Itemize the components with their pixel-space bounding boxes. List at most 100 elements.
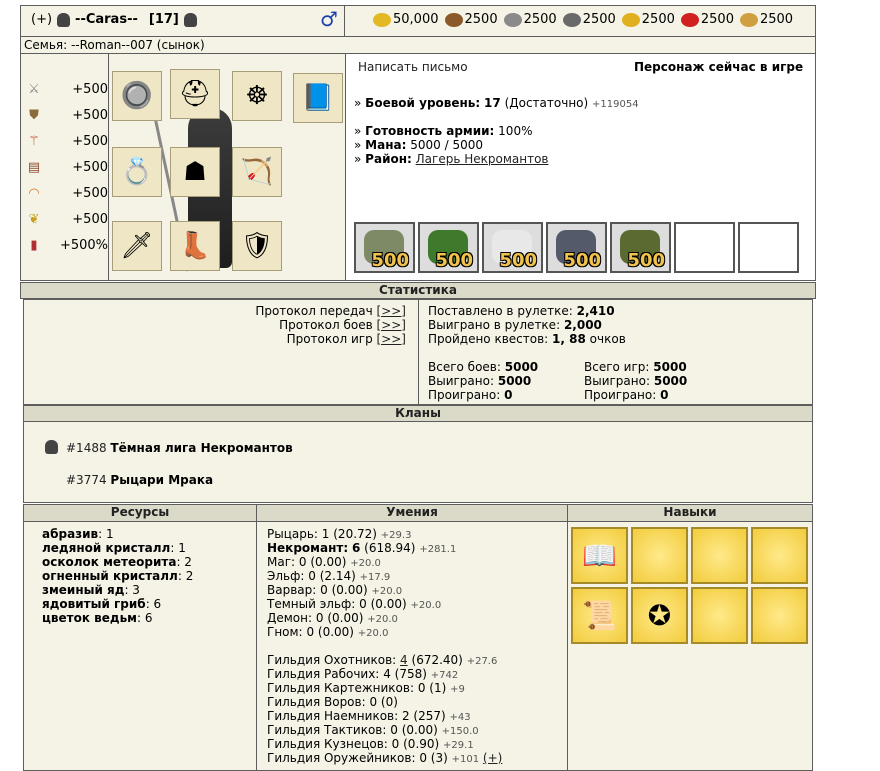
battles-lost: Проиграно: 0 bbox=[428, 388, 513, 402]
bonus-value: +500 bbox=[72, 133, 108, 149]
resource-counter: 2500 bbox=[503, 12, 557, 27]
clan-link[interactable]: #1488 bbox=[66, 441, 107, 455]
resource-value: 2500 bbox=[700, 12, 734, 27]
army-unit-count: 500 bbox=[435, 250, 473, 271]
bonus-value: +500 bbox=[72, 107, 108, 123]
empty-slot bbox=[631, 527, 688, 584]
roulette-bet: Поставлено в рулетке: 2,410 bbox=[428, 304, 615, 318]
bonus-value: +500% bbox=[59, 237, 108, 253]
army-empty-slot bbox=[674, 222, 735, 273]
resource-counter: 2500 bbox=[739, 12, 793, 27]
stats-header: Статистика bbox=[20, 282, 816, 299]
armor-icon[interactable]: ☗ bbox=[170, 147, 220, 197]
district-line: » Район: Лагерь Некромантов bbox=[354, 152, 549, 166]
resources-header: Ресурсы bbox=[23, 504, 257, 522]
bonus-row: ⚚ +500 bbox=[26, 131, 108, 151]
resource-counter: 2500 bbox=[680, 12, 734, 27]
empty-slot bbox=[691, 527, 748, 584]
ring-icon[interactable]: 💍 bbox=[112, 147, 162, 197]
resource-value: 2500 bbox=[523, 12, 557, 27]
army-unit-slot[interactable]: 500 bbox=[482, 222, 543, 273]
games-won: Выиграно: 5000 bbox=[584, 374, 688, 388]
bonus-row: ◠ +500 bbox=[26, 183, 108, 203]
header-separator bbox=[344, 6, 345, 36]
shield-item-icon[interactable]: 🛡 bbox=[232, 221, 282, 271]
resource-item: цветок ведьм: 6 bbox=[42, 611, 153, 625]
clan-skull-icon bbox=[183, 12, 197, 27]
mercury-icon bbox=[562, 12, 581, 27]
army-empty-slot bbox=[738, 222, 799, 273]
abilities-header: Навыки bbox=[567, 504, 813, 522]
resource-item: абразив: 1 bbox=[42, 527, 114, 541]
army-unit-slot[interactable]: 500 bbox=[610, 222, 671, 273]
mana-line: » Мана: 5000 / 5000 bbox=[354, 138, 483, 152]
resource-item: осколок метеорита: 2 bbox=[42, 555, 192, 569]
rainbow-icon: ◠ bbox=[28, 185, 40, 201]
resource-value: 2500 bbox=[464, 12, 498, 27]
sulfur-icon bbox=[621, 12, 640, 27]
clan-link[interactable]: #3774 bbox=[66, 473, 107, 487]
clans-panel bbox=[23, 421, 813, 503]
gender-icon: ♂ bbox=[320, 7, 338, 31]
shield-icon: ⛊ bbox=[29, 107, 39, 123]
potion-icon: ▮ bbox=[30, 237, 38, 253]
sword-icon[interactable]: 🗡 bbox=[112, 221, 162, 271]
resource-item: змеиный яд: 3 bbox=[42, 583, 140, 597]
online-status: Персонаж сейчас в игре bbox=[634, 60, 804, 74]
roulette-win: Выиграно в рулетке: 2,000 bbox=[428, 318, 602, 332]
spellbook-icon[interactable]: 📖 bbox=[571, 527, 628, 584]
bow-icon[interactable]: 🏹 bbox=[232, 147, 282, 197]
add-friend-link[interactable]: (+) bbox=[31, 12, 52, 27]
bonus-separator bbox=[108, 54, 109, 280]
guild-level-link[interactable]: 4 bbox=[400, 653, 408, 667]
empty-slot bbox=[691, 587, 748, 644]
resource-bar: 50,000 2500 2500 2500 2500 2500 2500 bbox=[373, 12, 799, 27]
resource-counter: 2500 bbox=[444, 12, 498, 27]
army-unit-slot[interactable]: 500 bbox=[546, 222, 607, 273]
clan-skull-icon bbox=[45, 440, 58, 454]
bonus-row: ❦ +500 bbox=[26, 209, 108, 229]
army-unit-slot[interactable]: 500 bbox=[418, 222, 479, 273]
bonus-value: +500 bbox=[72, 211, 108, 227]
ore-icon bbox=[503, 12, 522, 27]
wings-icon: ❦ bbox=[28, 211, 40, 227]
protocol-row: Протокол боев [>>] bbox=[279, 318, 406, 332]
cloak-icon[interactable]: ☸ bbox=[232, 71, 282, 121]
resource-value: 2500 bbox=[641, 12, 675, 27]
resource-value: 50,000 bbox=[393, 12, 439, 27]
resource-item: огненный кристалл: 2 bbox=[42, 569, 194, 583]
bonus-value: +500 bbox=[72, 185, 108, 201]
resource-item: ледяной кристалл: 1 bbox=[42, 541, 186, 555]
army-unit-count: 500 bbox=[499, 250, 537, 271]
combat-level-value: 17 bbox=[484, 96, 501, 110]
amulet-icon[interactable]: 🔘 bbox=[112, 71, 162, 121]
protocol-link[interactable]: [>>] bbox=[377, 318, 406, 332]
clans-header: Кланы bbox=[23, 405, 813, 422]
guild-skill: Гильдия Оружейников: 0 (3) +101 (+) bbox=[267, 751, 503, 765]
scroll-icon[interactable]: 📜 bbox=[571, 587, 628, 644]
helmet-icon[interactable]: ⛑ bbox=[170, 69, 220, 119]
district-link[interactable]: Лагерь Некромантов bbox=[416, 152, 549, 166]
player-nick[interactable]: --Caras-- bbox=[75, 12, 138, 27]
gold-icon bbox=[373, 12, 391, 27]
wood-icon bbox=[444, 12, 463, 27]
army-unit-count: 500 bbox=[627, 250, 665, 271]
fire-emblem-icon[interactable]: ✪ bbox=[631, 587, 688, 644]
write-letter-link[interactable]: Написать письмо bbox=[358, 60, 468, 74]
boots-icon[interactable]: 👢 bbox=[170, 221, 220, 271]
guild-plus-link[interactable]: (+) bbox=[483, 751, 502, 765]
protocol-link[interactable]: [>>] bbox=[377, 332, 406, 346]
gems-icon bbox=[739, 12, 758, 27]
wand-icon: ⚚ bbox=[28, 133, 40, 149]
protocol-link[interactable]: [>>] bbox=[377, 304, 406, 318]
games-lost: Проиграно: 0 bbox=[584, 388, 669, 402]
empty-slot bbox=[751, 527, 808, 584]
army-unit-slot[interactable]: 500 bbox=[354, 222, 415, 273]
bonus-value: +500 bbox=[72, 159, 108, 175]
bonus-row: ⛊ +500 bbox=[26, 105, 108, 125]
battles-total: Всего боев: 5000 bbox=[428, 360, 539, 374]
spellbook-item-icon[interactable]: 📘 bbox=[293, 73, 343, 123]
resource-counter: 2500 bbox=[621, 12, 675, 27]
clan-skull-icon bbox=[57, 12, 71, 27]
bonus-row: ▮ +500% bbox=[26, 235, 108, 255]
